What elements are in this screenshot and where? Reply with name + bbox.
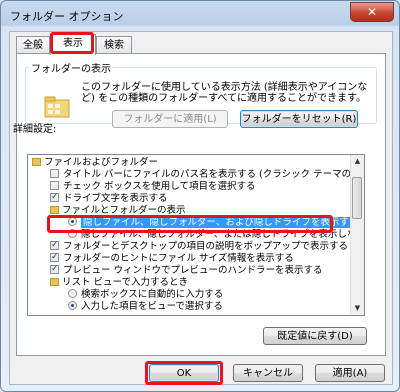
window-title: フォルダー オプション — [10, 10, 124, 23]
apply-button[interactable]: 適用(A) — [315, 364, 385, 382]
checkbox-checked-icon[interactable] — [50, 251, 59, 263]
setting-show-full-path[interactable]: タイトル バーにファイルのパス名を表示する (クラシック テーマのみ) — [50, 169, 364, 181]
setting-preview-handlers[interactable]: プレビュー ウィンドウでプレビューのハンドラーを表示する — [50, 263, 323, 277]
advanced-settings-label: 詳細設定: — [13, 124, 57, 135]
reset-folders-button[interactable]: フォルダーをリセット(R) — [240, 110, 358, 128]
folder-view-legend: フォルダーの表示 — [31, 64, 111, 75]
tree-folder-list-view: リスト ビューで入力するとき — [50, 277, 188, 289]
checkbox-checked-icon[interactable] — [50, 191, 59, 203]
scroll-thumb[interactable] — [352, 177, 362, 219]
folder-icon — [50, 278, 59, 286]
radio-selected-icon[interactable] — [68, 301, 77, 310]
apply-to-folders-button[interactable]: フォルダーに適用(L) — [112, 110, 228, 128]
checkbox-icon[interactable] — [50, 169, 59, 178]
tab-search[interactable]: 検索 — [96, 36, 132, 54]
scroll-up-icon[interactable]: ▲ — [351, 155, 364, 168]
setting-show-drive-letters[interactable]: ドライブ文字を表示する — [50, 191, 168, 205]
folder-icon — [50, 206, 59, 214]
tab-general[interactable]: 全般 — [16, 36, 50, 54]
hidden-files-highlight — [47, 215, 333, 233]
close-button[interactable]: ✕ — [350, 2, 394, 22]
title-bar: フォルダー オプション ✕ — [1, 1, 399, 29]
restore-defaults-button[interactable]: 既定値に戻す(D) — [263, 327, 367, 345]
tree-scrollbar[interactable]: ▲ ▼ — [350, 155, 364, 315]
ok-button-highlight — [145, 361, 223, 385]
setting-select-typed-item[interactable]: 入力した項目をビューで選択する — [68, 301, 223, 313]
checkbox-checked-icon[interactable] — [50, 239, 59, 251]
advanced-settings-tree[interactable]: ファイルおよびフォルダー タイトル バーにファイルのパス名を表示する (クラシッ… — [27, 154, 365, 316]
setting-type-into-search[interactable]: 検索ボックスに自動的に入力する — [68, 289, 223, 301]
radio-icon[interactable] — [68, 289, 77, 298]
setting-file-size-info[interactable]: フォルダーのヒントにファイル サイズ情報を表示する — [50, 251, 294, 265]
setting-popup-description[interactable]: フォルダーとデスクトップの項目の説明をポップアップで表示する — [50, 239, 348, 253]
folder-view-icon — [44, 96, 70, 118]
folder-view-group: フォルダーの表示 このフォルダーに使用している表示方法 (詳細表示やアイコンなど… — [25, 60, 377, 128]
cancel-button[interactable]: キャンセル — [233, 364, 303, 382]
folder-icon — [32, 158, 41, 166]
folder-options-window: フォルダー オプション ✕ 全般 表示 検索 フォルダーの表示 このフォルダーに… — [0, 0, 400, 392]
folder-view-description: このフォルダーに使用している表示方法 (詳細表示やアイコンなど) をこの種類のフ… — [81, 82, 368, 104]
tab-view-highlight — [50, 32, 94, 54]
checkbox-checked-icon[interactable] — [50, 263, 59, 275]
setting-use-checkboxes[interactable]: チェック ボックスを使用して項目を選択する — [50, 181, 255, 193]
tree-folder-files-folders: ファイルおよびフォルダー — [32, 157, 158, 169]
checkbox-icon[interactable] — [50, 181, 59, 190]
scroll-down-icon[interactable]: ▼ — [351, 302, 364, 315]
